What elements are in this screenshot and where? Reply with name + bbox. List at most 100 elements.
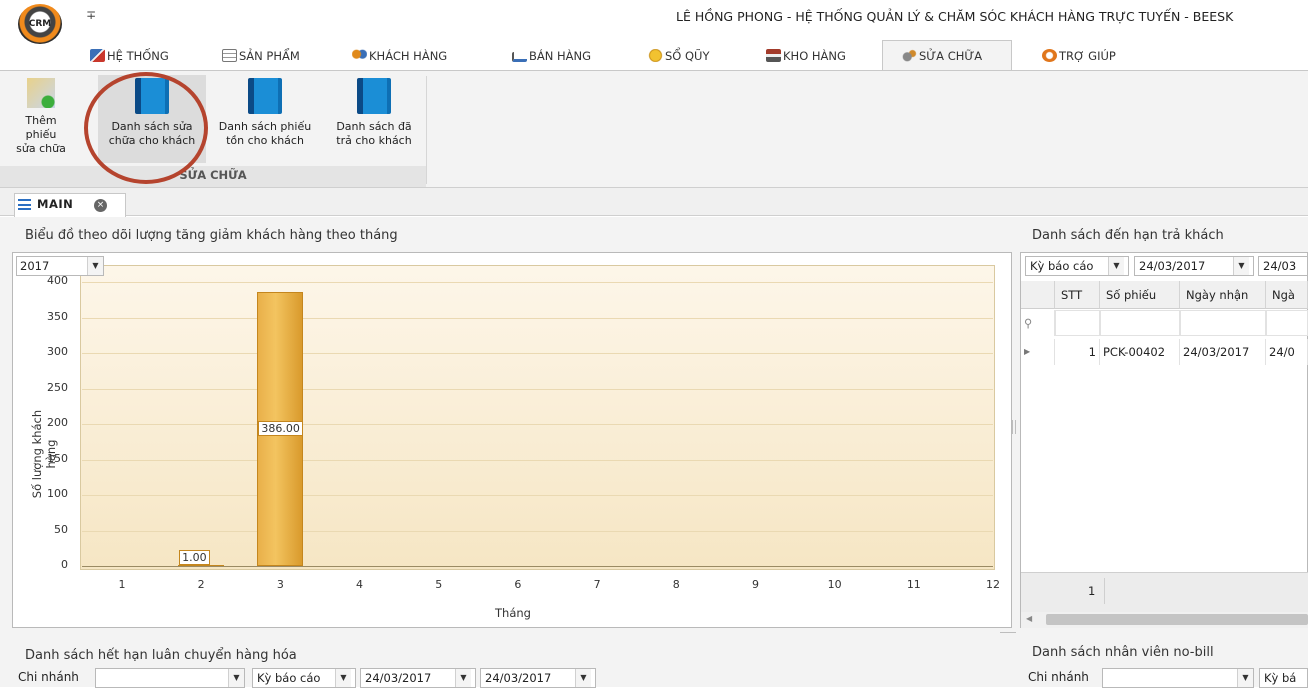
branch-select[interactable] <box>1102 668 1254 688</box>
x-tick-label: 3 <box>276 578 284 591</box>
splitter-grip[interactable] <box>1000 632 1016 638</box>
coins-icon <box>648 49 663 62</box>
data-label: 1.00 <box>179 550 210 565</box>
filter-cell[interactable] <box>1180 310 1266 336</box>
button-label-line2: trả cho khách <box>336 134 412 147</box>
window-title: LÊ HỒNG PHONG - HỆ THỐNG QUẢN LÝ & CHĂM … <box>676 9 1234 24</box>
button-label-line2: sửa chữa <box>16 142 66 155</box>
tab-khach-hang[interactable]: KHÁCH HÀNG <box>352 42 447 70</box>
gears-icon <box>902 49 917 62</box>
chart-panel-title: Biểu đồ theo dõi lượng tăng giảm khách h… <box>25 228 398 243</box>
main-tab-label: MAIN <box>37 197 74 211</box>
grid-indicator-header <box>1021 281 1055 309</box>
scrollbar-thumb[interactable] <box>1046 614 1308 625</box>
date-to-value: 24/03/2017 <box>485 671 552 685</box>
book-icon <box>248 78 282 114</box>
col-header-ngay-nhan[interactable]: Ngày nhận <box>1180 281 1266 309</box>
due-list-title: Danh sách đến hạn trả khách <box>1032 228 1224 243</box>
chevron-down-icon[interactable]: ▼ <box>1237 669 1253 687</box>
x-tick-label: 9 <box>751 578 759 591</box>
col-header-ngay[interactable]: Ngà <box>1266 281 1308 309</box>
tab-label: SỬA CHỮA <box>919 49 983 63</box>
users-icon <box>352 49 367 62</box>
row-pointer-icon: ▶ <box>1021 339 1055 365</box>
y-tick-label: 400 <box>47 274 68 287</box>
y-tick-label: 300 <box>47 345 68 358</box>
date-to-field[interactable]: 24/03 <box>1258 256 1308 276</box>
tab-label: BÁN HÀNG <box>529 49 592 63</box>
x-tick-label: 2 <box>197 578 205 591</box>
ribbon-group-label: SỬA CHỮA <box>179 168 247 182</box>
cart-icon <box>512 52 527 62</box>
period-label: Kỳ báo cáo <box>257 671 321 685</box>
grid-line <box>82 353 993 354</box>
chevron-down-icon[interactable]: ▼ <box>1108 257 1124 275</box>
add-repair-ticket-button[interactable]: Thêm phiếu sửa chữa <box>10 75 72 163</box>
chevron-down-icon[interactable]: ▼ <box>575 669 591 687</box>
chevron-down-icon[interactable]: ▼ <box>228 669 244 687</box>
x-tick-label: 12 <box>986 578 1000 591</box>
returned-list-button[interactable]: Danh sách đã trả cho khách <box>326 75 422 163</box>
button-label-line2: tồn cho khách <box>226 134 304 147</box>
crm-logo[interactable]: CRM <box>18 4 62 44</box>
grid-line <box>82 424 993 425</box>
branch-select[interactable] <box>95 668 245 688</box>
logo-text: CRM <box>28 19 52 29</box>
grid-line <box>82 317 993 319</box>
scroll-left-icon[interactable]: ◀ <box>1026 614 1032 623</box>
button-label-line1: Thêm phiếu <box>25 114 57 141</box>
footer-divider <box>1104 578 1105 604</box>
book-icon <box>357 78 391 114</box>
tab-kho-hang[interactable]: KHO HÀNG <box>766 42 846 70</box>
filter-cell[interactable] <box>1100 310 1180 336</box>
grid-line <box>82 530 993 532</box>
chevron-down-icon[interactable]: ▼ <box>87 257 103 275</box>
data-label: 386.00 <box>258 420 303 436</box>
x-axis-line <box>82 566 993 567</box>
filter-cell[interactable] <box>1055 310 1100 336</box>
chevron-down-icon[interactable]: ▼ <box>335 669 351 687</box>
quick-access-toolbar[interactable]: ∓ <box>86 8 96 22</box>
tab-label: KHÁCH HÀNG <box>369 49 448 63</box>
pending-list-button[interactable]: Danh sách phiếu tồn cho khách <box>210 75 320 163</box>
store-icon <box>766 49 781 62</box>
grid-line <box>82 388 993 390</box>
col-header-stt[interactable]: STT <box>1055 281 1100 309</box>
close-icon[interactable]: × <box>94 199 107 212</box>
filter-row-icon[interactable]: ⚲ <box>1021 310 1055 336</box>
tab-so-quy[interactable]: SỔ QŨY <box>648 42 710 70</box>
period-select[interactable]: Kỳ bá <box>1259 668 1308 688</box>
period-label: Kỳ báo cáo <box>1030 259 1094 273</box>
filter-cell[interactable] <box>1266 310 1308 336</box>
date-from-value: 24/03/2017 <box>1139 259 1206 273</box>
vertical-splitter-grip[interactable] <box>1012 420 1016 434</box>
button-label-line1: Danh sách phiếu <box>218 120 312 133</box>
tab-sua-chua[interactable]: SỬA CHỮA <box>902 42 982 70</box>
year-value: 2017 <box>20 259 50 273</box>
branch-label: Chi nhánh <box>1028 670 1089 684</box>
chevron-down-icon[interactable]: ▼ <box>455 669 471 687</box>
branch-label: Chi nhánh <box>18 670 79 684</box>
x-tick-label: 1 <box>118 578 126 591</box>
col-header-so-phieu[interactable]: Số phiếu <box>1100 281 1180 309</box>
grid-line <box>82 459 993 461</box>
tab-label: HỆ THỐNG <box>107 49 169 63</box>
tab-label: TRỢ GIÚP <box>1059 49 1116 63</box>
tab-ban-hang[interactable]: BÁN HÀNG <box>512 42 591 70</box>
chevron-down-icon[interactable]: ▼ <box>1233 257 1249 275</box>
x-tick-label: 8 <box>672 578 680 591</box>
tab-label: SẢN PHẨM <box>239 49 300 63</box>
tab-tro-giup[interactable]: TRỢ GIÚP <box>1042 42 1116 70</box>
x-axis-label: Tháng <box>495 606 531 620</box>
tab-he-thong[interactable]: HỆ THỐNG <box>90 42 169 70</box>
x-tick-label: 10 <box>827 578 842 591</box>
ribbon-group-separator <box>426 76 427 184</box>
y-tick-label: 0 <box>61 558 68 571</box>
tab-san-pham[interactable]: SẢN PHẨM <box>222 42 300 70</box>
grid-line <box>82 495 993 496</box>
period-label: Kỳ bá <box>1264 671 1297 685</box>
row-count: 1 <box>1088 584 1096 598</box>
date-to-value: 24/03 <box>1263 259 1297 273</box>
y-tick-label: 350 <box>47 309 68 323</box>
x-tick-label: 11 <box>906 578 921 591</box>
